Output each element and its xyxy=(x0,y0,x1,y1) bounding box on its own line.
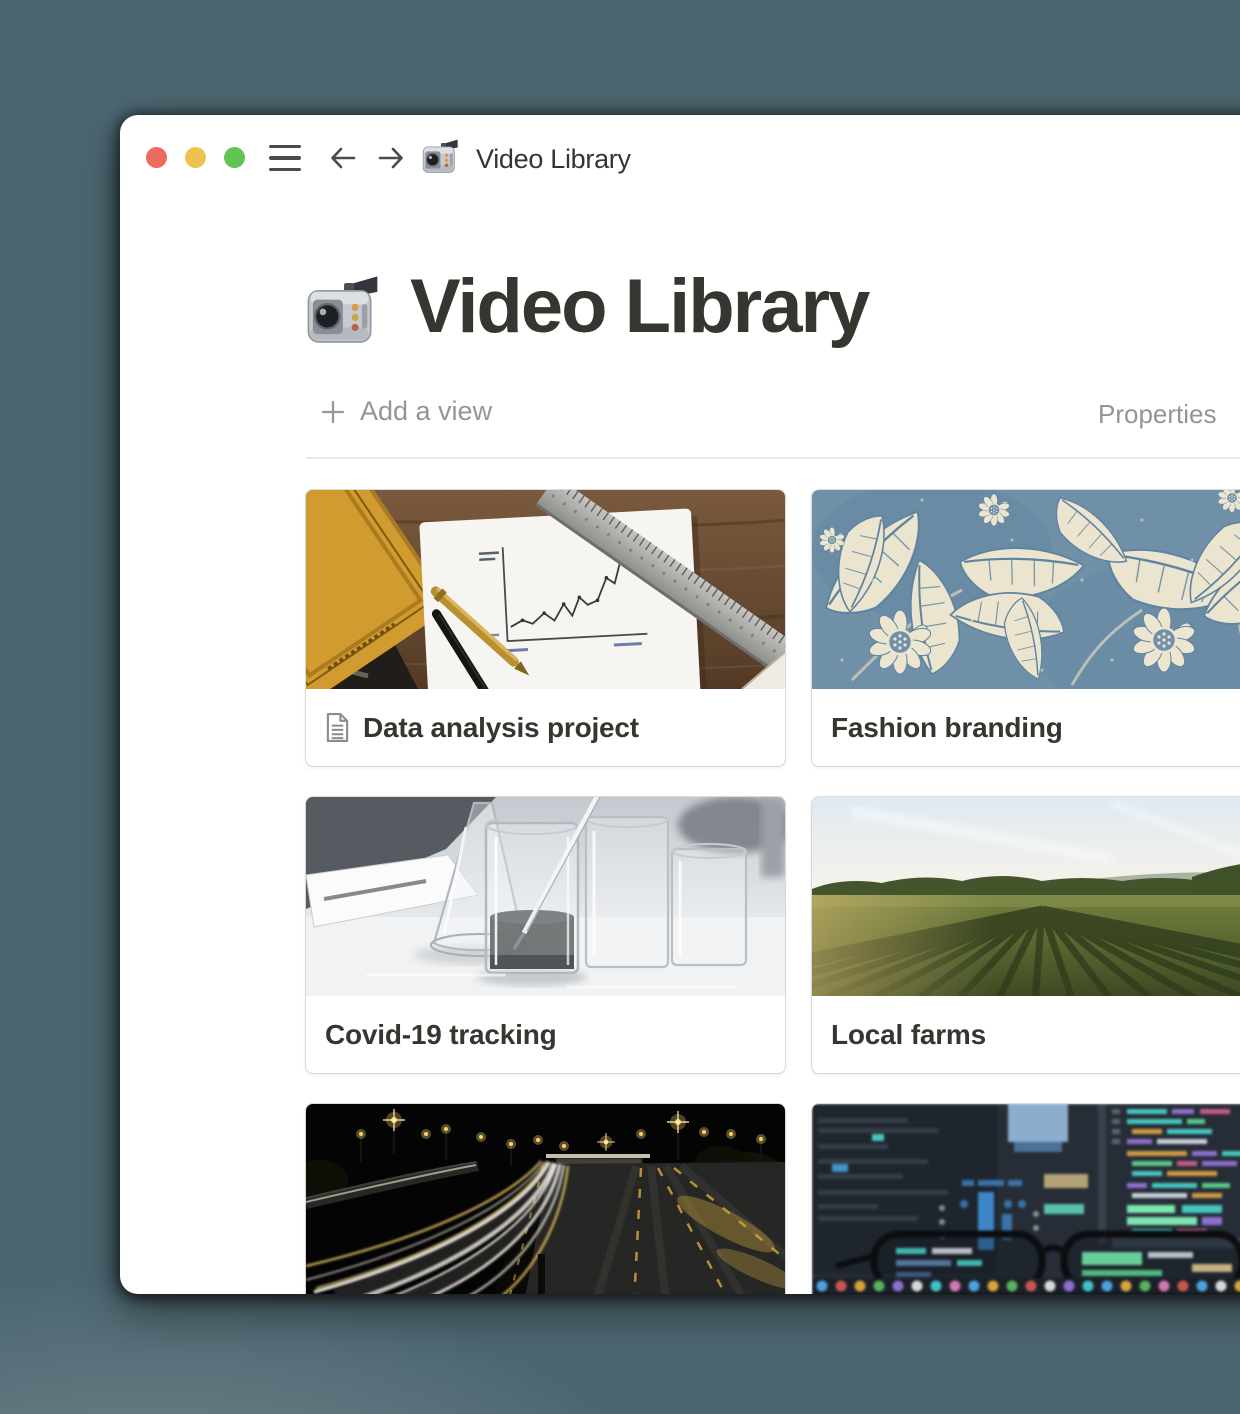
video-camera-icon xyxy=(421,138,461,178)
card-title: Data analysis project xyxy=(363,712,639,744)
card-cover-desk-chart xyxy=(306,490,785,689)
card-title: Local farms xyxy=(831,1019,986,1051)
gallery-card-night-highway[interactable] xyxy=(306,1104,785,1294)
card-cover-farm-field xyxy=(812,797,1240,996)
card-footer: Covid-19 tracking xyxy=(306,996,785,1073)
card-cover-code-screens xyxy=(812,1104,1240,1294)
back-arrow-icon[interactable] xyxy=(327,142,359,174)
minimize-window-button[interactable] xyxy=(185,147,206,168)
properties-button[interactable]: Properties xyxy=(1098,399,1217,430)
card-footer: Data analysis project xyxy=(306,689,785,766)
toolbar-divider xyxy=(306,457,1240,459)
gallery-card-fashion-branding[interactable]: Fashion branding xyxy=(812,490,1240,766)
add-view-label: Add a view xyxy=(360,396,492,427)
card-title: Fashion branding xyxy=(831,712,1063,744)
app-window: Video Library Video Library Add a view P… xyxy=(120,115,1240,1294)
close-window-button[interactable] xyxy=(146,147,167,168)
gallery-card-covid-tracking[interactable]: Covid-19 tracking xyxy=(306,797,785,1073)
card-cover-lab-glassware xyxy=(306,797,785,996)
zoom-window-button[interactable] xyxy=(224,147,245,168)
gallery-grid: Data analysis project xyxy=(306,490,1240,1294)
page-background: Video Library Video Library Add a view P… xyxy=(0,0,1240,1414)
menu-icon[interactable] xyxy=(269,145,301,171)
document-icon xyxy=(325,712,350,743)
titlebar-page-title: Video Library xyxy=(476,144,631,175)
page-title: Video Library xyxy=(410,267,868,347)
card-cover-floral-pattern xyxy=(812,490,1240,689)
add-view-button[interactable]: Add a view xyxy=(320,396,492,427)
gallery-card-local-farms[interactable]: Local farms xyxy=(812,797,1240,1073)
gallery-card-code-screens[interactable] xyxy=(812,1104,1240,1294)
card-footer: Local farms xyxy=(812,996,1240,1073)
video-camera-emoji xyxy=(304,273,384,353)
forward-arrow-icon[interactable] xyxy=(375,142,407,174)
card-footer: Fashion branding xyxy=(812,689,1240,766)
gallery-card-data-analysis[interactable]: Data analysis project xyxy=(306,490,785,766)
card-cover-night-highway xyxy=(306,1104,785,1294)
plus-icon xyxy=(320,399,346,425)
card-title: Covid-19 tracking xyxy=(325,1019,557,1051)
